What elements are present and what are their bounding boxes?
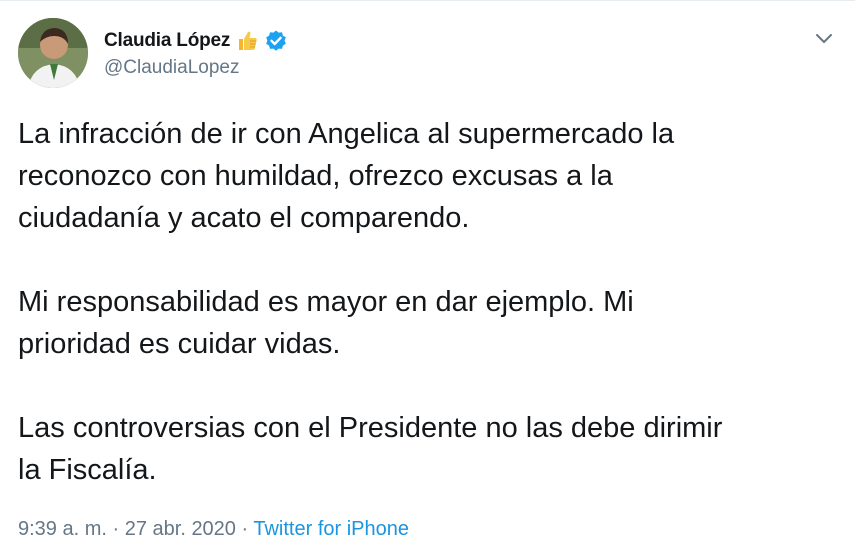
- tweet-text: La infracción de ir con Angelica al supe…: [18, 113, 838, 491]
- avatar-image: [18, 18, 88, 88]
- verified-badge-icon: [264, 29, 288, 53]
- name-row: Claudia López: [104, 27, 288, 55]
- tweet-time[interactable]: 9:39 a. m.: [18, 518, 107, 540]
- avatar[interactable]: [18, 18, 88, 88]
- tweet-meta: 9:39 a. m. · 27 abr. 2020 · Twitter for …: [18, 518, 409, 541]
- tweet-header: Claudia López @ClaudiaLopez: [104, 27, 288, 79]
- meta-separator: ·: [235, 518, 254, 540]
- thumbs-up-icon: [236, 29, 260, 53]
- tweet-paragraph: La infracción de ir con Angelica al supe…: [18, 118, 675, 234]
- tweet-date[interactable]: 27 abr. 2020: [125, 518, 236, 540]
- tweet-source-link[interactable]: Twitter for iPhone: [253, 518, 409, 540]
- tweet-card: Claudia López @ClaudiaLopez La infracció…: [0, 0, 855, 559]
- user-handle[interactable]: @ClaudiaLopez: [104, 57, 288, 79]
- chevron-down-icon[interactable]: [813, 27, 835, 49]
- meta-separator: ·: [106, 518, 125, 540]
- tweet-paragraph: Mi responsabilidad es mayor en dar ejemp…: [18, 286, 634, 360]
- tweet-paragraph: Las controversias con el Presidente no l…: [18, 412, 723, 486]
- display-name[interactable]: Claudia López: [104, 30, 230, 52]
